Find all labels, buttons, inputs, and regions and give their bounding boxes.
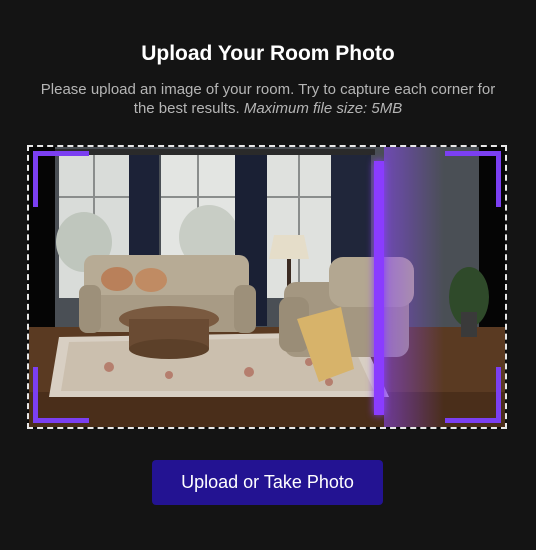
upload-instructions: Please upload an image of your room. Try… <box>36 80 500 118</box>
scanner-line <box>374 161 384 415</box>
page-title: Upload Your Room Photo <box>141 42 395 65</box>
max-file-size-note: Maximum file size: 5MB <box>243 100 403 117</box>
upload-or-take-photo-button[interactable]: Upload or Take Photo <box>152 460 383 505</box>
photo-dropzone[interactable] <box>27 145 507 429</box>
scanner-glow <box>384 147 444 427</box>
